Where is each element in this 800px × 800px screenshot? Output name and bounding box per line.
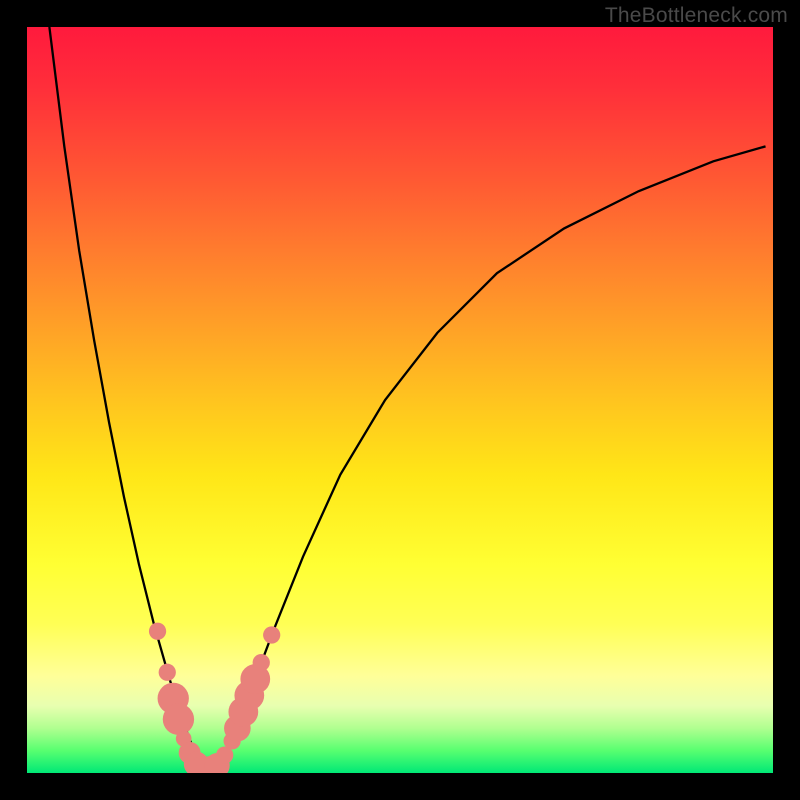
watermark-text: TheBottleneck.com [605, 4, 788, 28]
curve-marker [159, 664, 176, 681]
curve-markers [149, 623, 280, 773]
bottleneck-curve-path [49, 27, 765, 769]
curve-marker [149, 623, 166, 640]
curve-marker [263, 626, 280, 643]
curve-marker [163, 704, 194, 735]
chart-container: TheBottleneck.com [0, 0, 800, 800]
curve-svg [27, 27, 773, 773]
curve-marker [253, 654, 270, 671]
